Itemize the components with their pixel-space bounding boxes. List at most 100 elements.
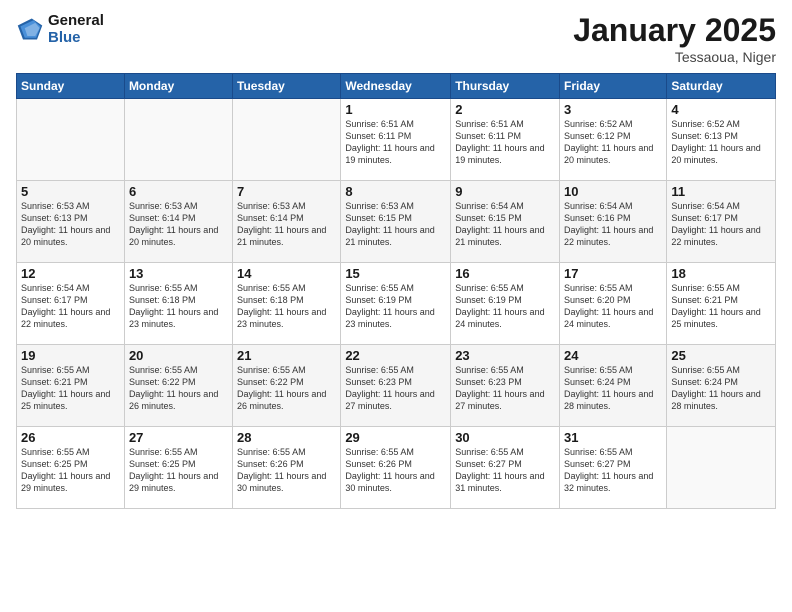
calendar-cell: 1Sunrise: 6:51 AMSunset: 6:11 PMDaylight… (341, 99, 451, 181)
calendar-cell: 19Sunrise: 6:55 AMSunset: 6:21 PMDayligh… (17, 345, 125, 427)
calendar-cell: 31Sunrise: 6:55 AMSunset: 6:27 PMDayligh… (560, 427, 667, 509)
calendar-cell: 6Sunrise: 6:53 AMSunset: 6:14 PMDaylight… (124, 181, 232, 263)
day-info: Sunrise: 6:55 AMSunset: 6:19 PMDaylight:… (345, 282, 446, 331)
day-number: 24 (564, 348, 662, 363)
calendar-table: SundayMondayTuesdayWednesdayThursdayFrid… (16, 73, 776, 509)
day-number: 2 (455, 102, 555, 117)
day-number: 4 (671, 102, 771, 117)
calendar-cell: 13Sunrise: 6:55 AMSunset: 6:18 PMDayligh… (124, 263, 232, 345)
calendar-cell: 4Sunrise: 6:52 AMSunset: 6:13 PMDaylight… (667, 99, 776, 181)
day-info: Sunrise: 6:52 AMSunset: 6:13 PMDaylight:… (671, 118, 771, 167)
logo-icon (16, 15, 44, 43)
day-number: 12 (21, 266, 120, 281)
day-number: 21 (237, 348, 336, 363)
day-number: 31 (564, 430, 662, 445)
day-number: 19 (21, 348, 120, 363)
day-number: 17 (564, 266, 662, 281)
day-number: 13 (129, 266, 228, 281)
calendar-week-row: 19Sunrise: 6:55 AMSunset: 6:21 PMDayligh… (17, 345, 776, 427)
calendar-cell: 23Sunrise: 6:55 AMSunset: 6:23 PMDayligh… (451, 345, 560, 427)
day-number: 5 (21, 184, 120, 199)
day-info: Sunrise: 6:55 AMSunset: 6:24 PMDaylight:… (671, 364, 771, 413)
calendar-cell: 2Sunrise: 6:51 AMSunset: 6:11 PMDaylight… (451, 99, 560, 181)
day-info: Sunrise: 6:54 AMSunset: 6:17 PMDaylight:… (671, 200, 771, 249)
page-header: General Blue January 2025 Tessaoua, Nige… (16, 12, 776, 65)
day-number: 6 (129, 184, 228, 199)
calendar-cell: 29Sunrise: 6:55 AMSunset: 6:26 PMDayligh… (341, 427, 451, 509)
day-info: Sunrise: 6:55 AMSunset: 6:26 PMDaylight:… (237, 446, 336, 495)
day-number: 26 (21, 430, 120, 445)
day-info: Sunrise: 6:54 AMSunset: 6:15 PMDaylight:… (455, 200, 555, 249)
calendar-cell: 30Sunrise: 6:55 AMSunset: 6:27 PMDayligh… (451, 427, 560, 509)
weekday-header: Saturday (667, 74, 776, 99)
calendar-cell (17, 99, 125, 181)
calendar-cell: 3Sunrise: 6:52 AMSunset: 6:12 PMDaylight… (560, 99, 667, 181)
calendar-week-row: 5Sunrise: 6:53 AMSunset: 6:13 PMDaylight… (17, 181, 776, 263)
day-info: Sunrise: 6:54 AMSunset: 6:16 PMDaylight:… (564, 200, 662, 249)
logo: General Blue (16, 12, 104, 46)
day-info: Sunrise: 6:51 AMSunset: 6:11 PMDaylight:… (345, 118, 446, 167)
day-info: Sunrise: 6:55 AMSunset: 6:18 PMDaylight:… (129, 282, 228, 331)
day-info: Sunrise: 6:55 AMSunset: 6:27 PMDaylight:… (455, 446, 555, 495)
day-number: 22 (345, 348, 446, 363)
day-number: 9 (455, 184, 555, 199)
calendar-cell: 27Sunrise: 6:55 AMSunset: 6:25 PMDayligh… (124, 427, 232, 509)
weekday-header: Wednesday (341, 74, 451, 99)
calendar-cell: 26Sunrise: 6:55 AMSunset: 6:25 PMDayligh… (17, 427, 125, 509)
day-info: Sunrise: 6:55 AMSunset: 6:26 PMDaylight:… (345, 446, 446, 495)
calendar-cell: 14Sunrise: 6:55 AMSunset: 6:18 PMDayligh… (233, 263, 341, 345)
day-number: 1 (345, 102, 446, 117)
calendar-cell: 22Sunrise: 6:55 AMSunset: 6:23 PMDayligh… (341, 345, 451, 427)
day-info: Sunrise: 6:55 AMSunset: 6:21 PMDaylight:… (21, 364, 120, 413)
calendar-week-row: 26Sunrise: 6:55 AMSunset: 6:25 PMDayligh… (17, 427, 776, 509)
day-info: Sunrise: 6:55 AMSunset: 6:21 PMDaylight:… (671, 282, 771, 331)
day-number: 8 (345, 184, 446, 199)
day-info: Sunrise: 6:55 AMSunset: 6:22 PMDaylight:… (129, 364, 228, 413)
day-info: Sunrise: 6:55 AMSunset: 6:27 PMDaylight:… (564, 446, 662, 495)
day-info: Sunrise: 6:55 AMSunset: 6:20 PMDaylight:… (564, 282, 662, 331)
weekday-header: Friday (560, 74, 667, 99)
day-number: 15 (345, 266, 446, 281)
day-info: Sunrise: 6:55 AMSunset: 6:24 PMDaylight:… (564, 364, 662, 413)
day-info: Sunrise: 6:54 AMSunset: 6:17 PMDaylight:… (21, 282, 120, 331)
day-number: 14 (237, 266, 336, 281)
day-number: 11 (671, 184, 771, 199)
calendar-cell: 10Sunrise: 6:54 AMSunset: 6:16 PMDayligh… (560, 181, 667, 263)
calendar-cell (124, 99, 232, 181)
calendar-cell: 11Sunrise: 6:54 AMSunset: 6:17 PMDayligh… (667, 181, 776, 263)
calendar-cell: 21Sunrise: 6:55 AMSunset: 6:22 PMDayligh… (233, 345, 341, 427)
day-info: Sunrise: 6:55 AMSunset: 6:23 PMDaylight:… (345, 364, 446, 413)
calendar-cell: 18Sunrise: 6:55 AMSunset: 6:21 PMDayligh… (667, 263, 776, 345)
day-number: 7 (237, 184, 336, 199)
day-number: 23 (455, 348, 555, 363)
calendar-cell: 8Sunrise: 6:53 AMSunset: 6:15 PMDaylight… (341, 181, 451, 263)
calendar-header-row: SundayMondayTuesdayWednesdayThursdayFrid… (17, 74, 776, 99)
location-subtitle: Tessaoua, Niger (573, 49, 776, 65)
day-info: Sunrise: 6:53 AMSunset: 6:13 PMDaylight:… (21, 200, 120, 249)
calendar-week-row: 12Sunrise: 6:54 AMSunset: 6:17 PMDayligh… (17, 263, 776, 345)
weekday-header: Monday (124, 74, 232, 99)
calendar-cell: 20Sunrise: 6:55 AMSunset: 6:22 PMDayligh… (124, 345, 232, 427)
calendar-cell: 28Sunrise: 6:55 AMSunset: 6:26 PMDayligh… (233, 427, 341, 509)
calendar-cell: 12Sunrise: 6:54 AMSunset: 6:17 PMDayligh… (17, 263, 125, 345)
calendar-cell: 9Sunrise: 6:54 AMSunset: 6:15 PMDaylight… (451, 181, 560, 263)
day-number: 30 (455, 430, 555, 445)
day-info: Sunrise: 6:55 AMSunset: 6:22 PMDaylight:… (237, 364, 336, 413)
day-number: 10 (564, 184, 662, 199)
day-info: Sunrise: 6:53 AMSunset: 6:14 PMDaylight:… (129, 200, 228, 249)
weekday-header: Thursday (451, 74, 560, 99)
calendar-cell (233, 99, 341, 181)
day-number: 20 (129, 348, 228, 363)
calendar-cell: 24Sunrise: 6:55 AMSunset: 6:24 PMDayligh… (560, 345, 667, 427)
title-block: January 2025 Tessaoua, Niger (573, 12, 776, 65)
day-number: 27 (129, 430, 228, 445)
day-info: Sunrise: 6:53 AMSunset: 6:15 PMDaylight:… (345, 200, 446, 249)
day-number: 18 (671, 266, 771, 281)
day-number: 28 (237, 430, 336, 445)
day-info: Sunrise: 6:55 AMSunset: 6:18 PMDaylight:… (237, 282, 336, 331)
calendar-cell (667, 427, 776, 509)
month-title: January 2025 (573, 12, 776, 49)
calendar-cell: 5Sunrise: 6:53 AMSunset: 6:13 PMDaylight… (17, 181, 125, 263)
calendar-cell: 15Sunrise: 6:55 AMSunset: 6:19 PMDayligh… (341, 263, 451, 345)
logo-text: General Blue (48, 12, 104, 46)
